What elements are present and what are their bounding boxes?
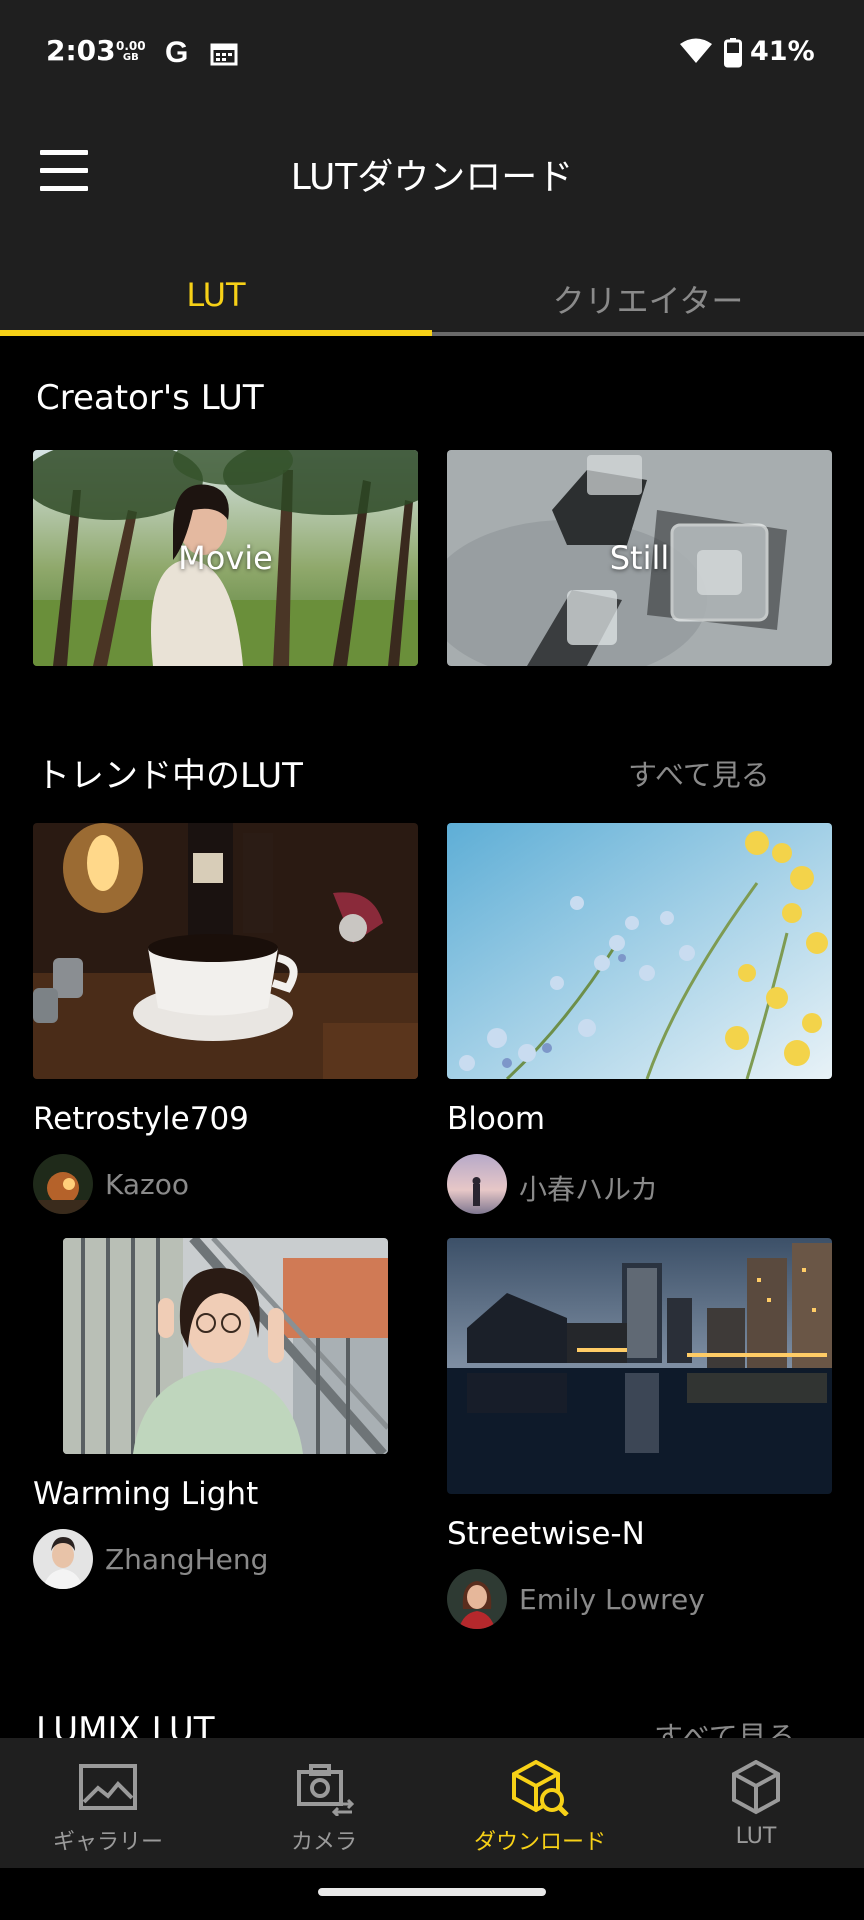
still-card-label: Still	[609, 539, 670, 577]
lut-name-warming-light[interactable]: Warming Light	[33, 1476, 258, 1512]
tab-lut[interactable]: LUT	[0, 256, 432, 336]
lut-thumb-streetwise-n[interactable]	[447, 1238, 832, 1494]
avatar-koharu-haruka[interactable]	[447, 1154, 507, 1214]
home-indicator[interactable]	[318, 1888, 546, 1896]
main-content[interactable]: Creator's LUT Movie Still トレンド中のLUT すべて見…	[0, 336, 864, 1738]
author-emily-lowrey[interactable]: Emily Lowrey	[519, 1583, 705, 1616]
movie-card-label: Movie	[178, 539, 273, 577]
bottom-navigation: ギャラリー カメラ ダウンロード LUT	[0, 1738, 864, 1868]
movie-lut-card[interactable]: Movie	[33, 450, 418, 666]
still-lut-card[interactable]: Still	[447, 450, 832, 666]
tab-bar: LUT クリエイター	[0, 256, 864, 336]
page-title: LUTダウンロード	[290, 157, 574, 198]
lut-thumb-bloom[interactable]	[447, 823, 832, 1079]
lumix-see-all-link[interactable]: すべて見る	[654, 1714, 796, 1738]
avatar-zhangheng[interactable]	[33, 1529, 93, 1589]
nav-gallery-label: ギャラリー	[52, 1830, 163, 1855]
status-time: 2:03	[46, 34, 116, 67]
flower-photo	[447, 823, 832, 1079]
nav-lut-label: LUT	[735, 1824, 777, 1849]
trending-section-title: トレンド中のLUT	[36, 756, 303, 796]
battery-icon	[724, 38, 742, 68]
creators-lut-title: Creator's LUT	[36, 378, 264, 418]
app-bar: LUTダウンロード LUT クリエイター	[0, 106, 864, 336]
battery-percent: 41%	[750, 36, 815, 67]
wifi-icon	[680, 38, 712, 63]
trending-see-all-link[interactable]: すべて見る	[628, 752, 770, 794]
nav-download-label: ダウンロード	[473, 1830, 606, 1855]
google-icon: G	[165, 36, 189, 69]
lut-name-retrostyle709[interactable]: Retrostyle709	[33, 1101, 249, 1137]
lut-name-bloom[interactable]: Bloom	[447, 1101, 545, 1137]
nav-camera[interactable]: カメラ	[216, 1738, 432, 1868]
lut-thumb-warming-light[interactable]	[63, 1238, 388, 1454]
tab-creators[interactable]: クリエイター	[432, 256, 864, 336]
gallery-icon	[79, 1764, 137, 1810]
nav-camera-label: カメラ	[290, 1830, 357, 1855]
author-kazoo[interactable]: Kazoo	[105, 1168, 189, 1201]
nav-download[interactable]: ダウンロード	[432, 1738, 648, 1868]
lut-download-icon	[512, 1760, 569, 1816]
avatar-emily-lowrey[interactable]	[447, 1569, 507, 1629]
data-usage-unit: GB	[122, 52, 139, 63]
avatar-kazoo[interactable]	[33, 1154, 93, 1214]
nav-gallery[interactable]: ギャラリー	[0, 1738, 216, 1868]
lumix-lut-section-title: LUMIX LUT	[36, 1710, 215, 1738]
data-usage-indicator: 0.00 GB	[116, 40, 146, 64]
nav-lut[interactable]: LUT	[648, 1738, 864, 1868]
lut-cube-icon	[732, 1760, 780, 1815]
author-zhangheng[interactable]: ZhangHeng	[105, 1543, 268, 1576]
city-night-photo	[447, 1238, 832, 1494]
portrait-photo	[63, 1238, 388, 1454]
calendar-icon	[210, 43, 238, 66]
lut-thumb-retrostyle709[interactable]	[33, 823, 418, 1079]
author-koharu-haruka[interactable]: 小春ハルカ	[519, 1168, 658, 1208]
lut-name-streetwise-n[interactable]: Streetwise-N	[447, 1516, 645, 1552]
data-usage-value: 0.00	[116, 39, 146, 53]
coffee-photo	[33, 823, 418, 1079]
camera-icon	[297, 1764, 354, 1816]
status-bar: 2:03 0.00 GB G 41%	[0, 0, 864, 106]
